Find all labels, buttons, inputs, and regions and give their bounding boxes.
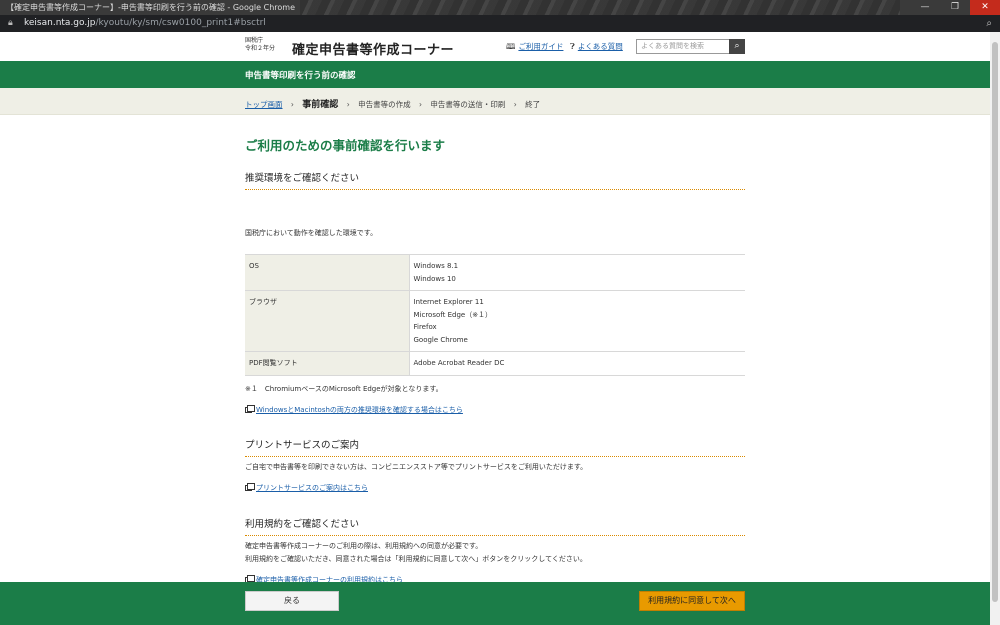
footer-bar: 戻る 利用規約に同意して次へ [0, 582, 990, 625]
agency-name: 国税庁 [245, 37, 264, 44]
breadcrumb-step: 申告書等の送信・印刷 [430, 100, 506, 109]
site-title: 確定申告書等作成コーナー [292, 43, 455, 58]
print-service-link-label: プリントサービスのご案内はこちら [256, 484, 368, 492]
url-host: keisan.nta.go.jp [24, 18, 96, 28]
close-button[interactable]: ✕ [970, 0, 1000, 15]
vertical-scrollbar[interactable] [990, 32, 1000, 625]
book-icon: 🕮 [506, 42, 516, 51]
table-row: ブラウザ Internet Explorer 11 Microsoft Edge… [245, 290, 745, 352]
window-title: 【確定申告書等作成コーナー】-申告書等印刷を行う前の確認 - Google Ch… [6, 3, 295, 12]
zoom-icon[interactable]: ⌕ [986, 15, 992, 32]
breadcrumb-top[interactable]: トップ画面 [245, 100, 283, 109]
agency-label: 国税庁 令和２年分 [245, 37, 275, 53]
breadcrumb-separator: › [290, 100, 294, 109]
url-path: /kyoutu/ky/sm/csw0100_print1#bsctrl [95, 18, 266, 28]
terms-text-1: 確定申告書等作成コーナーのご利用の際は、利用規約への同意が必要です。 [245, 542, 483, 550]
environment-intro: 国税庁において動作を確認した環境です。 [245, 229, 378, 237]
faq-link[interactable]: ❓︎ よくある質問 [570, 41, 623, 52]
window-title-bar: 【確定申告書等作成コーナー】-申告書等印刷を行う前の確認 - Google Ch… [0, 0, 1000, 15]
breadcrumb: トップ画面 › 事前確認 › 申告書等の作成 › 申告書等の送信・印刷 › 終了 [0, 88, 990, 115]
guide-link-label: ご利用ガイド [518, 42, 564, 51]
table-key: ブラウザ [245, 290, 410, 352]
browser-value: Internet Explorer 11 [413, 298, 484, 306]
section-heading-terms: 利用規約をご確認ください [245, 516, 745, 536]
terms-text-2: 利用規約をご確認いただき、同意された場合は「利用規約に同意して次へ」ボタンをクリ… [245, 555, 587, 563]
table-key: OS [245, 254, 410, 291]
address-bar[interactable]: 🔒︎ keisan.nta.go.jp/kyoutu/ky/sm/csw0100… [0, 15, 1000, 32]
environment-table: OS Windows 8.1 Windows 10 ブラウザ Internet … [245, 254, 745, 376]
print-service-link[interactable]: プリントサービスのご案内はこちら [245, 483, 368, 493]
faq-link-label: よくある質問 [577, 42, 623, 51]
browser-value: Google Chrome [413, 335, 468, 344]
faq-search-input[interactable]: よくある質問を検索 [636, 39, 730, 54]
environment-link-label: WindowsとMacintoshの両方の推奨環境を確認する場合はこちら [256, 406, 463, 414]
print-service-text: ご自宅で申告書等を印刷できない方は、コンビニエンスストア等でプリントサービスをご… [245, 463, 588, 471]
pdf-viewer-value: Adobe Acrobat Reader DC [413, 359, 505, 367]
page-viewport: 国税庁 令和２年分 確定申告書等作成コーナー 🕮 ご利用ガイド ❓︎ よくある質問 … [0, 32, 990, 625]
title-bar-background [300, 0, 900, 15]
breadcrumb-current: 事前確認 [302, 100, 339, 110]
lock-icon: 🔒︎ [8, 18, 13, 28]
breadcrumb-separator: › [513, 100, 517, 109]
back-button[interactable]: 戻る [245, 591, 339, 611]
table-row: OS Windows 8.1 Windows 10 [245, 254, 745, 291]
table-value: Internet Explorer 11 Microsoft Edge（※１） … [409, 290, 745, 352]
table-row: PDF閲覧ソフト Adobe Acrobat Reader DC [245, 351, 745, 376]
section-heading-environment: 推奨環境をご確認ください [245, 170, 745, 190]
minimize-button[interactable]: — [910, 0, 940, 15]
agree-next-button[interactable]: 利用規約に同意して次へ [639, 591, 745, 611]
section-banner: 申告書等印刷を行う前の確認 [0, 61, 990, 88]
restore-button[interactable]: ❐ [940, 0, 970, 15]
section-heading-print-service: プリントサービスのご案内 [245, 437, 745, 457]
scrollbar-thumb[interactable] [992, 42, 998, 602]
external-window-icon [245, 483, 255, 491]
table-value: Windows 8.1 Windows 10 [409, 254, 745, 291]
search-icon: ⌕ [734, 41, 740, 51]
table-key: PDF閲覧ソフト [245, 351, 410, 376]
environment-link[interactable]: WindowsとMacintoshの両方の推奨環境を確認する場合はこちら [245, 405, 463, 415]
breadcrumb-separator: › [346, 100, 350, 109]
banner-title: 申告書等印刷を行う前の確認 [245, 71, 356, 81]
tax-year: 令和２年分 [245, 45, 276, 52]
browser-value: Firefox [413, 323, 437, 331]
guide-link[interactable]: 🕮 ご利用ガイド [506, 41, 563, 55]
table-value: Adobe Acrobat Reader DC [409, 351, 745, 376]
edge-note: ※１ ChromiumベースのMicrosoft Edgeが対象となります。 [245, 385, 443, 393]
os-value: Windows 10 [413, 274, 456, 283]
page-title: ご利用のための事前確認を行います [245, 138, 446, 153]
breadcrumb-step: 申告書等の作成 [358, 100, 411, 109]
os-value: Windows 8.1 [413, 262, 459, 270]
external-window-icon [245, 405, 255, 413]
breadcrumb-step: 終了 [525, 100, 541, 109]
breadcrumb-separator: › [418, 100, 422, 109]
question-icon: ❓︎ [570, 42, 575, 51]
site-header: 国税庁 令和２年分 確定申告書等作成コーナー 🕮 ご利用ガイド ❓︎ よくある質問 … [0, 32, 990, 61]
browser-value: Microsoft Edge（※１） [413, 310, 493, 319]
search-button[interactable]: ⌕ [729, 39, 745, 54]
